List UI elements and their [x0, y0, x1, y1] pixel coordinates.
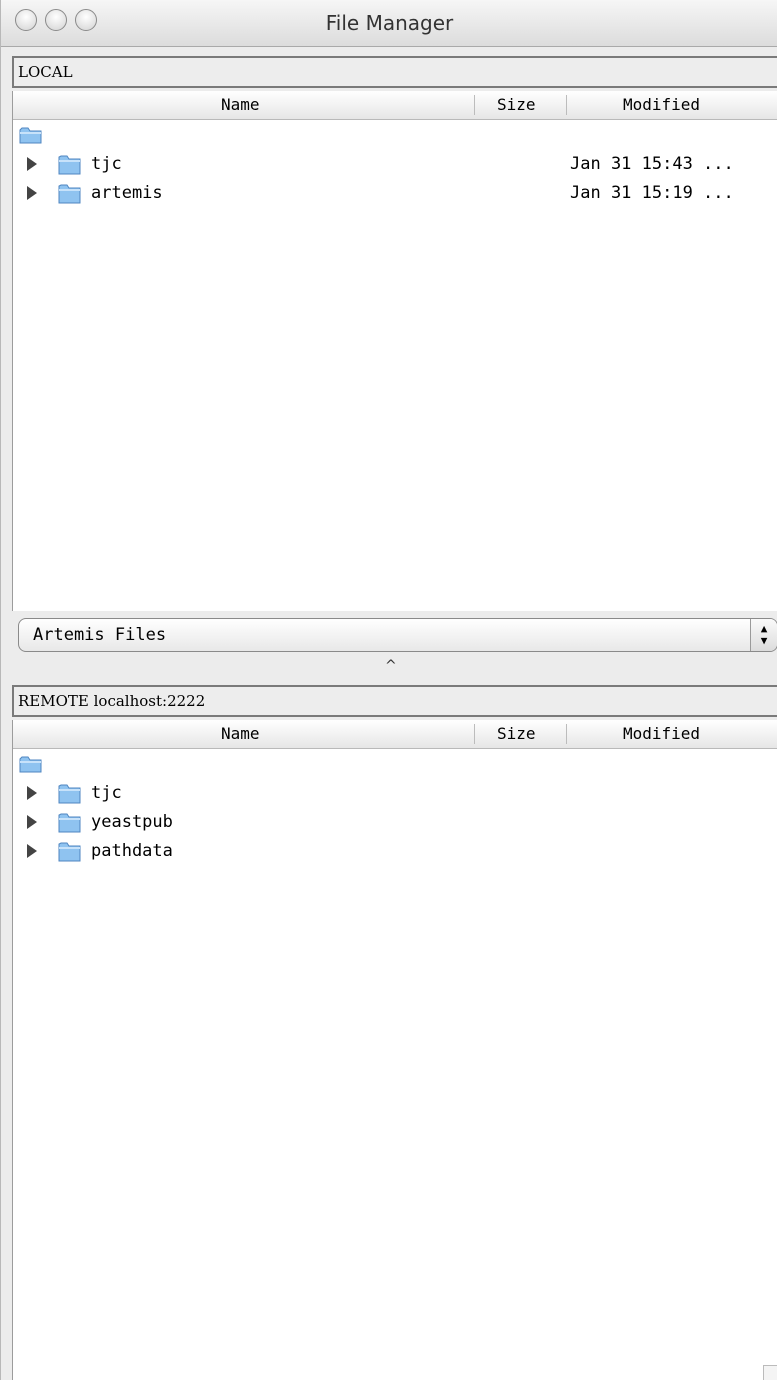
folder-icon [58, 784, 81, 804]
local-column-header: Name Size Modified [13, 91, 777, 120]
file-name: tjc [91, 783, 122, 803]
folder-icon [58, 842, 81, 862]
folder-icon [58, 184, 81, 204]
disclosure-triangle-icon[interactable] [27, 186, 37, 200]
dropdown-selected-value: Artemis Files [33, 625, 167, 645]
list-item[interactable]: tjc [13, 779, 777, 807]
file-name: pathdata [91, 841, 173, 861]
local-file-panel[interactable]: Name Size Modified tjc Jan 31 15:43 ... [12, 91, 777, 611]
root-folder-icon [19, 756, 42, 773]
file-name: tjc [91, 154, 122, 174]
file-name: artemis [91, 183, 163, 203]
remote-path-field[interactable]: REMOTE localhost:2222 [12, 685, 777, 717]
window-title: File Manager [325, 11, 454, 35]
file-modified: Jan 31 15:19 ... [570, 183, 734, 203]
disclosure-triangle-icon[interactable] [27, 786, 37, 800]
resize-grip-icon[interactable] [763, 1365, 777, 1380]
splitter-handle[interactable]: ^ [385, 658, 397, 674]
local-col-name[interactable]: Name [221, 91, 260, 119]
file-manager-window: File Manager LOCAL Name Size Modified tj… [0, 0, 777, 1380]
disclosure-triangle-icon[interactable] [27, 844, 37, 858]
title-bar[interactable]: File Manager [1, 0, 777, 47]
remote-file-panel[interactable]: Name Size Modified tjc yeastpub pathdata [12, 720, 777, 1380]
list-item[interactable]: artemis Jan 31 15:19 ... [13, 179, 777, 207]
file-modified: Jan 31 15:43 ... [570, 154, 734, 174]
local-path-field[interactable]: LOCAL [12, 56, 777, 88]
local-col-size[interactable]: Size [497, 91, 536, 119]
disclosure-triangle-icon[interactable] [27, 815, 37, 829]
remote-col-modified[interactable]: Modified [623, 720, 700, 748]
dropdown-arrows-icon[interactable]: ▲ ▼ [750, 619, 777, 651]
remote-col-name[interactable]: Name [221, 720, 260, 748]
list-item[interactable]: tjc Jan 31 15:43 ... [13, 150, 777, 178]
remote-column-header: Name Size Modified [13, 720, 777, 749]
folder-icon [58, 155, 81, 175]
disclosure-triangle-icon[interactable] [27, 157, 37, 171]
file-source-dropdown[interactable]: Artemis Files ▲ ▼ [18, 618, 777, 652]
remote-col-size[interactable]: Size [497, 720, 536, 748]
list-item[interactable]: yeastpub [13, 808, 777, 836]
folder-icon [58, 813, 81, 833]
file-name: yeastpub [91, 812, 173, 832]
list-item[interactable]: pathdata [13, 837, 777, 865]
root-folder-icon [19, 127, 42, 144]
local-col-modified[interactable]: Modified [623, 91, 700, 119]
